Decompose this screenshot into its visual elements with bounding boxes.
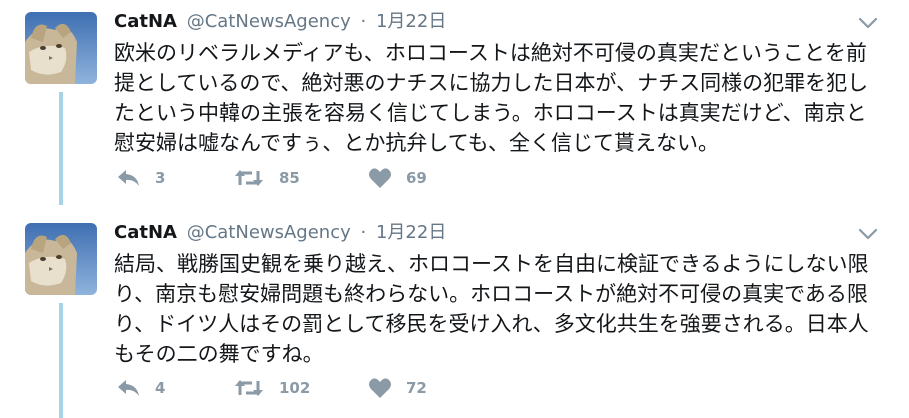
tweet-header: CatNA @CatNewsAgency · 1月22日 xyxy=(114,8,446,36)
cat-avatar xyxy=(25,12,97,84)
tweet-date[interactable]: 1月22日 xyxy=(376,222,446,243)
tweet-text: 結局、戦勝国史観を乗り越え、ホロコーストを自由に検証できるようにしない限り、南京… xyxy=(114,252,869,366)
tweet-actions: 3 85 69 xyxy=(115,163,486,193)
retweet-count: 85 xyxy=(279,169,300,187)
like-button[interactable]: 69 xyxy=(368,167,486,189)
reply-count: 4 xyxy=(155,379,166,397)
heart-icon xyxy=(369,378,391,398)
retweet-icon xyxy=(235,170,263,186)
reply-count: 3 xyxy=(155,169,166,187)
retweet-count: 102 xyxy=(279,379,311,397)
tweet[interactable]: CatNA @CatNewsAgency · 1月22日 結局、戦勝国史観を乗り… xyxy=(0,211,909,418)
display-name[interactable]: CatNA xyxy=(114,222,177,243)
reply-button[interactable]: 4 xyxy=(115,377,233,399)
reply-icon xyxy=(118,170,139,186)
retweet-button[interactable]: 85 xyxy=(233,167,368,189)
user-handle[interactable]: @CatNewsAgency xyxy=(187,222,351,243)
reply-icon xyxy=(118,380,139,396)
chevron-down-icon[interactable] xyxy=(858,227,878,241)
tweet[interactable]: CatNA @CatNewsAgency · 1月22日 欧米のリベラルメディア… xyxy=(0,0,909,205)
like-button[interactable]: 72 xyxy=(368,377,486,399)
chevron-down-icon[interactable] xyxy=(858,16,878,30)
cat-avatar xyxy=(25,223,97,295)
retweet-icon xyxy=(235,380,263,396)
tweet-actions: 4 102 72 xyxy=(115,373,486,403)
separator-dot: · xyxy=(360,222,367,243)
avatar[interactable] xyxy=(25,12,97,84)
display-name[interactable]: CatNA xyxy=(114,11,177,32)
like-count: 69 xyxy=(406,169,427,187)
separator-dot: · xyxy=(360,11,367,32)
like-count: 72 xyxy=(406,379,427,397)
tweet-text: 欧米のリベラルメディアも、ホロコーストは絶対不可侵の真実だということを前提として… xyxy=(114,41,869,155)
heart-icon xyxy=(369,168,391,188)
retweet-button[interactable]: 102 xyxy=(233,377,368,399)
reply-button[interactable]: 3 xyxy=(115,167,233,189)
thread-line xyxy=(59,92,63,205)
tweet-header: CatNA @CatNewsAgency · 1月22日 xyxy=(114,219,446,247)
user-handle[interactable]: @CatNewsAgency xyxy=(187,11,351,32)
thread-line xyxy=(59,303,63,418)
avatar[interactable] xyxy=(25,223,97,295)
tweet-date[interactable]: 1月22日 xyxy=(376,11,446,32)
